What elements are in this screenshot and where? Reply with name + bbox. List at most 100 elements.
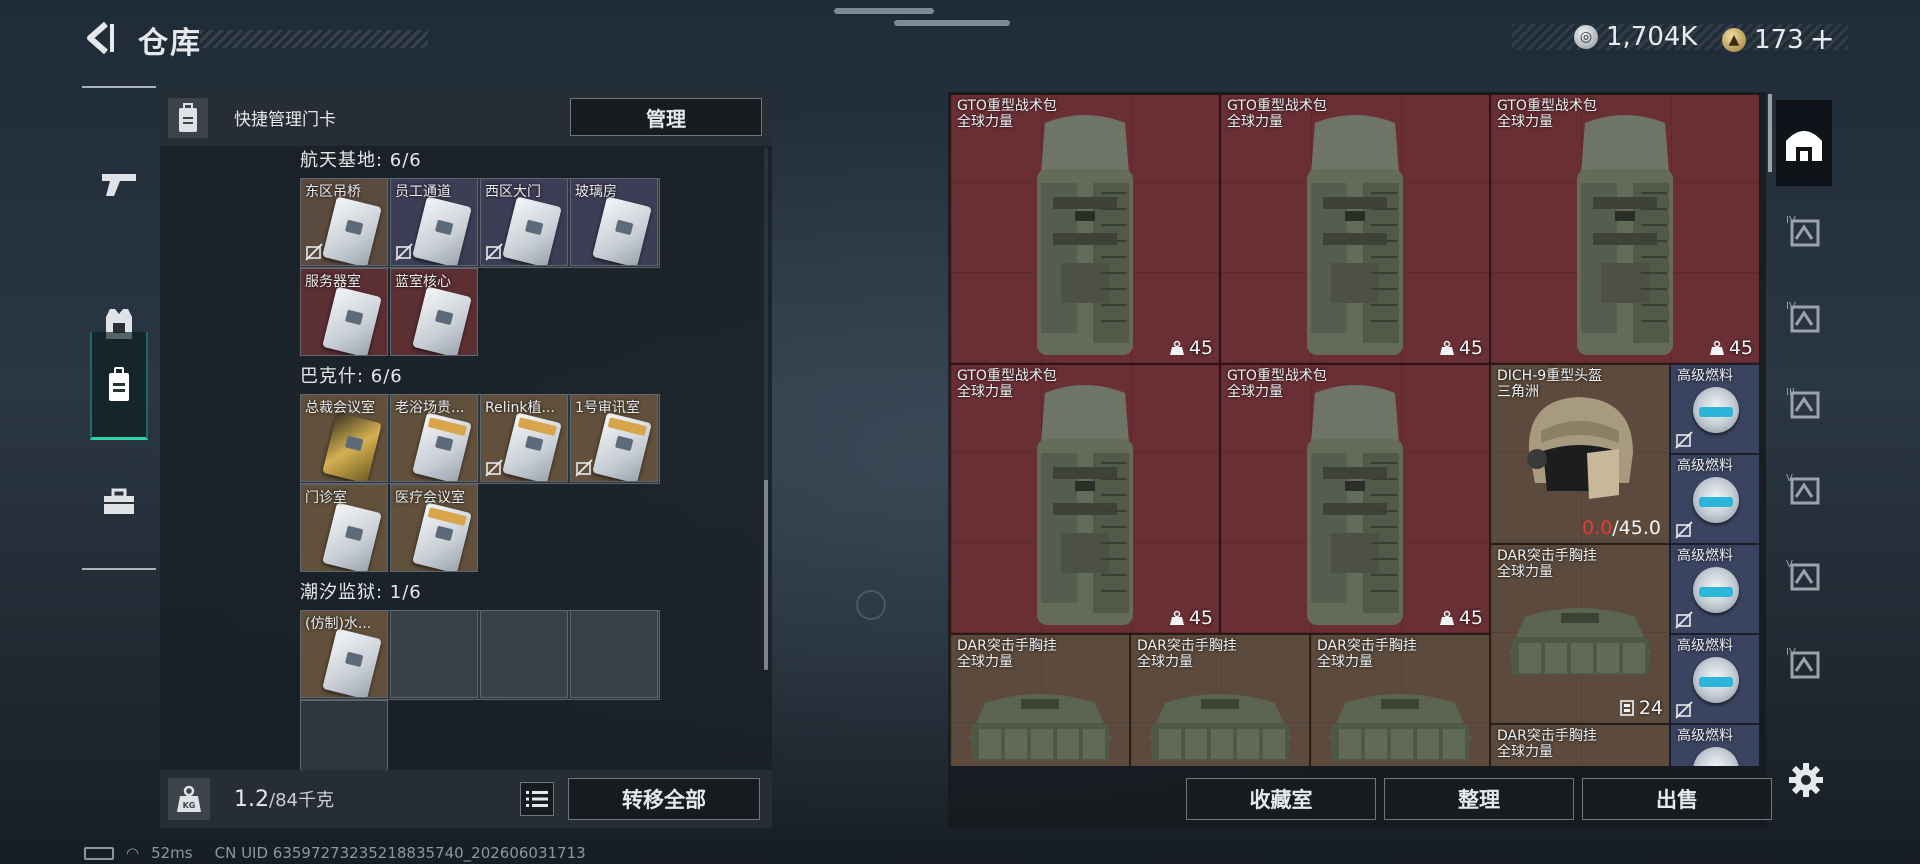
add-currency-button[interactable]: + [1810,22,1835,57]
keycard-section-title: 航天基地: 6/6 [300,150,422,171]
keycard-image [592,196,652,265]
container-tab-5[interactable]: V [1776,446,1832,532]
keycard-name: 门诊室 [305,490,347,506]
item-capacity-value: 45 [1458,607,1483,629]
tier-4-add-icon: IV [1786,647,1820,679]
keycard-slot[interactable]: 蓝室核心 [390,268,478,356]
keycard-slot[interactable]: 医疗会议室 [390,484,478,572]
stash-item-fuel[interactable]: 高级燃料 [1670,364,1760,454]
reticle-icon [856,590,886,620]
rail-tools[interactable] [90,448,148,556]
no-lock-icon [1675,611,1693,629]
item-capacity-value: 45 [1188,337,1213,359]
keycard-name: Relink植... [485,400,555,416]
item-capacity-value: 24 [1638,697,1663,719]
keycard-slot-empty[interactable] [390,610,478,698]
organize-button[interactable]: 整理 [1384,778,1574,820]
keycard-slot[interactable]: 员工通道 [390,178,478,266]
keycard-slot[interactable]: 门诊室 [300,484,388,572]
keycard-slot-empty[interactable] [300,700,388,772]
chest-rig-image [1149,694,1291,761]
stash-item-fuel[interactable]: 高级燃料 [1670,724,1760,766]
svg-text:III: III [1786,387,1795,398]
gold-currency[interactable]: ▲ 173 + [1722,22,1835,57]
container-rail: IV IV III V V IV [1776,94,1832,766]
container-tab-3[interactable]: IV [1776,274,1832,360]
stash-item-rig[interactable]: DAR突击手胸挂 全球力量 [1130,634,1310,766]
keycard-section-title: 巴克什: 6/6 [300,366,403,387]
collection-room-button[interactable]: 收藏室 [1186,778,1376,820]
item-durability: 0.0/45.0 [1582,517,1661,539]
stash-item-rig[interactable]: DAR突击手胸挂 全球力量 [1310,634,1490,766]
stash-item-backpack[interactable]: GTO重型战术包 全球力量 45 [1490,94,1760,364]
keycard-image [502,412,562,481]
gun-icon [102,174,136,196]
rail-weapons[interactable] [90,130,148,238]
item-name: DAR突击手胸挂 [1497,548,1597,564]
keycard-panel-title: 快捷管理门卡 [234,110,336,130]
settings-button[interactable] [1786,760,1826,800]
sell-button[interactable]: 出售 [1582,778,1772,820]
keycard-name: 东区吊桥 [305,184,361,200]
stash-item-backpack[interactable]: GTO重型战术包 全球力量 45 [950,94,1220,364]
container-tab-1[interactable] [1776,100,1832,186]
item-name: 高级燃料 [1677,368,1733,384]
container-tab-4[interactable]: III [1776,360,1832,446]
item-faction-tag: 全球力量 [957,384,1013,400]
no-lock-icon [395,243,413,261]
keycard-slot[interactable]: 服务器室 [300,268,388,356]
keycard-name: 老浴场贵... [395,400,465,416]
rail-keycards[interactable] [90,332,148,440]
stash-scrollbar[interactable] [1768,94,1772,172]
item-capacity: 45 [1169,607,1213,629]
keycard-scrollbar-thumb[interactable] [764,480,768,670]
stash-item-backpack[interactable]: GTO重型战术包 全球力量 45 [1220,364,1490,634]
stash-item-fuel[interactable]: 高级燃料 [1670,454,1760,544]
keycard-name: (仿制)水... [305,616,372,632]
back-button[interactable] [82,20,118,56]
stash-item-rig[interactable]: DAR突击手胸挂 全球力量 [1490,724,1670,766]
list-view-button[interactable] [520,782,554,816]
category-rail [82,86,156,570]
keycard-slot-empty[interactable] [480,610,568,698]
stash-item-backpack[interactable]: GTO重型战术包 全球力量 45 [950,364,1220,634]
no-lock-icon [485,243,503,261]
manage-button[interactable]: 管理 [570,98,762,136]
silver-coin-icon: ◎ [1574,25,1598,49]
container-tab-6[interactable]: V [1776,532,1832,618]
keycard-slot[interactable]: 总裁会议室 [300,394,388,482]
stash-item-fuel[interactable]: 高级燃料 [1670,544,1760,634]
keycard-panel-icon [168,98,208,138]
ceiling-light [894,20,1010,26]
keycard-slot[interactable]: 东区吊桥 [300,178,388,266]
item-faction-tag: 全球力量 [957,654,1013,670]
keycard-slot[interactable]: Relink植... [480,394,568,482]
stash-item-helmet[interactable]: DICH-9重型头盔 三角洲 0.0/45.0 [1490,364,1670,544]
stash-item-fuel[interactable]: 高级燃料 [1670,634,1760,724]
weight-capacity: /84千克 [269,790,334,811]
durability-current: 0.0 [1582,517,1613,539]
stash-item-rig[interactable]: DAR突击手胸挂 全球力量 24 [1490,544,1670,724]
chest-rig-image [1329,694,1471,761]
keycard-slot[interactable]: 1号审讯室 [570,394,658,482]
stash-item-backpack[interactable]: GTO重型战术包 全球力量 45 [1220,94,1490,364]
item-capacity: 45 [1439,607,1483,629]
fuel-can-image [1693,567,1739,613]
keycard-image [592,412,652,481]
item-name: GTO重型战术包 [1497,98,1597,114]
back-arrow-icon [87,21,114,55]
keycard-slot[interactable]: 西区大门 [480,178,568,266]
fuel-can-image [1693,747,1739,766]
keycard-slot[interactable]: 老浴场贵... [390,394,478,482]
stash-item-rig[interactable]: DAR突击手胸挂 全球力量 [950,634,1130,766]
silver-currency-value: 1,704K [1606,22,1698,52]
weight-small-icon [1709,340,1724,355]
keycard-slot[interactable]: (仿制)水... [300,610,388,698]
keycard-name: 员工通道 [395,184,451,200]
container-tab-2[interactable]: IV [1776,188,1832,274]
svg-text:IV: IV [1786,301,1796,312]
keycard-slot-empty[interactable] [570,610,658,698]
container-tab-7[interactable]: IV [1776,620,1832,706]
keycard-slot[interactable]: 玻璃房 [570,178,658,266]
transfer-all-button[interactable]: 转移全部 [568,778,760,820]
